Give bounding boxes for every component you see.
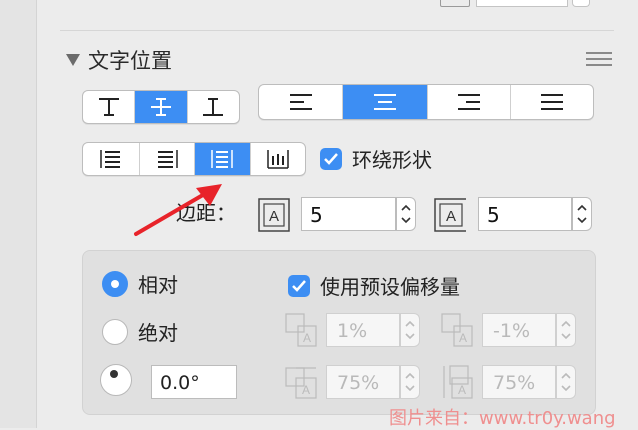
align-left-button[interactable] bbox=[259, 85, 344, 119]
wrap-full-icon bbox=[211, 150, 234, 168]
svg-text:A: A bbox=[302, 383, 310, 397]
inset-margin-icon: A bbox=[258, 198, 290, 232]
angle-field[interactable]: 0.0° bbox=[151, 365, 237, 399]
checkmark-icon bbox=[320, 147, 342, 170]
align-right-button[interactable] bbox=[428, 85, 511, 119]
svg-text:A: A bbox=[269, 208, 279, 225]
wrap-bottom-button[interactable] bbox=[251, 143, 305, 175]
vertical-offset-icon: A bbox=[441, 313, 473, 347]
relative-radio[interactable]: 相对 bbox=[102, 269, 178, 298]
svg-text:A: A bbox=[458, 383, 466, 397]
horizontal-offset-stepper[interactable] bbox=[400, 313, 420, 347]
section-title: 文字位置 bbox=[88, 49, 172, 73]
wrap-shape-checkbox[interactable]: 环绕形状 bbox=[320, 144, 432, 173]
vertical-align-control bbox=[82, 90, 240, 124]
width-percent-stepper[interactable] bbox=[400, 365, 420, 399]
absolute-radio[interactable]: 绝对 bbox=[102, 317, 178, 346]
wrap-shape-label: 环绕形状 bbox=[352, 148, 432, 172]
horizontal-align-control bbox=[258, 84, 594, 120]
section-menu-icon[interactable] bbox=[586, 52, 612, 68]
left-strip bbox=[0, 0, 37, 428]
height-percent-field[interactable]: 75% bbox=[482, 365, 556, 399]
previous-section-remnant bbox=[440, 0, 594, 8]
partial-field[interactable] bbox=[476, 0, 568, 7]
section-header[interactable]: 文字位置 bbox=[66, 44, 172, 76]
padding-margin-field[interactable]: 5 bbox=[478, 197, 572, 231]
width-percent-field[interactable]: 75% bbox=[326, 365, 400, 399]
horizontal-offset-field[interactable]: 1% bbox=[326, 313, 400, 347]
align-right-icon bbox=[457, 94, 480, 110]
align-center-icon bbox=[373, 94, 396, 110]
preset-offset-label: 使用预设偏移量 bbox=[320, 275, 460, 299]
middle-align-icon bbox=[150, 98, 171, 116]
bottom-align-button[interactable] bbox=[188, 91, 239, 123]
watermark: 图片来自：www.tr0y.wang bbox=[389, 408, 616, 429]
height-percent-stepper[interactable] bbox=[556, 365, 576, 399]
inset-margin-stepper[interactable] bbox=[396, 197, 416, 231]
disclosure-triangle-icon[interactable] bbox=[66, 54, 80, 66]
height-scale-icon: A bbox=[443, 365, 473, 399]
padding-margin-icon: A bbox=[434, 198, 466, 232]
partial-icon bbox=[440, 0, 470, 7]
relative-label: 相对 bbox=[138, 273, 178, 297]
vertical-offset-stepper[interactable] bbox=[556, 313, 576, 347]
partial-stepper[interactable] bbox=[572, 0, 590, 7]
wrap-full-button[interactable] bbox=[194, 143, 252, 175]
svg-text:A: A bbox=[446, 208, 456, 225]
wrap-bottom-icon bbox=[267, 150, 289, 169]
preset-offset-checkbox[interactable]: 使用预设偏移量 bbox=[288, 271, 460, 300]
svg-text:A: A bbox=[459, 331, 467, 345]
top-align-icon bbox=[98, 98, 119, 116]
checkmark-icon bbox=[288, 274, 310, 297]
justify-icon bbox=[540, 94, 563, 110]
vertical-offset-field[interactable]: -1% bbox=[482, 313, 556, 347]
wrap-left-button[interactable] bbox=[83, 143, 140, 175]
wrap-right-button[interactable] bbox=[140, 143, 195, 175]
align-left-icon bbox=[289, 94, 312, 110]
wrap-right-icon bbox=[157, 150, 178, 168]
horizontal-offset-icon: A bbox=[285, 313, 317, 347]
wrap-style-control bbox=[82, 142, 306, 176]
width-scale-icon: A bbox=[285, 367, 317, 399]
radio-selected-icon bbox=[102, 270, 128, 297]
wrap-left-icon bbox=[100, 150, 120, 168]
top-align-button[interactable] bbox=[83, 91, 136, 123]
inset-margin-field[interactable]: 5 bbox=[301, 197, 396, 231]
justify-button[interactable] bbox=[511, 85, 593, 119]
angle-knob[interactable] bbox=[100, 364, 132, 396]
section-divider bbox=[60, 30, 614, 31]
bottom-align-icon bbox=[203, 98, 224, 116]
align-center-button[interactable] bbox=[343, 85, 428, 119]
absolute-label: 绝对 bbox=[138, 321, 178, 345]
padding-margin-stepper[interactable] bbox=[572, 197, 592, 231]
middle-align-button[interactable] bbox=[135, 91, 188, 123]
annotation-arrow-icon bbox=[134, 184, 222, 236]
radio-unselected-icon bbox=[102, 318, 128, 345]
svg-text:A: A bbox=[303, 331, 311, 345]
